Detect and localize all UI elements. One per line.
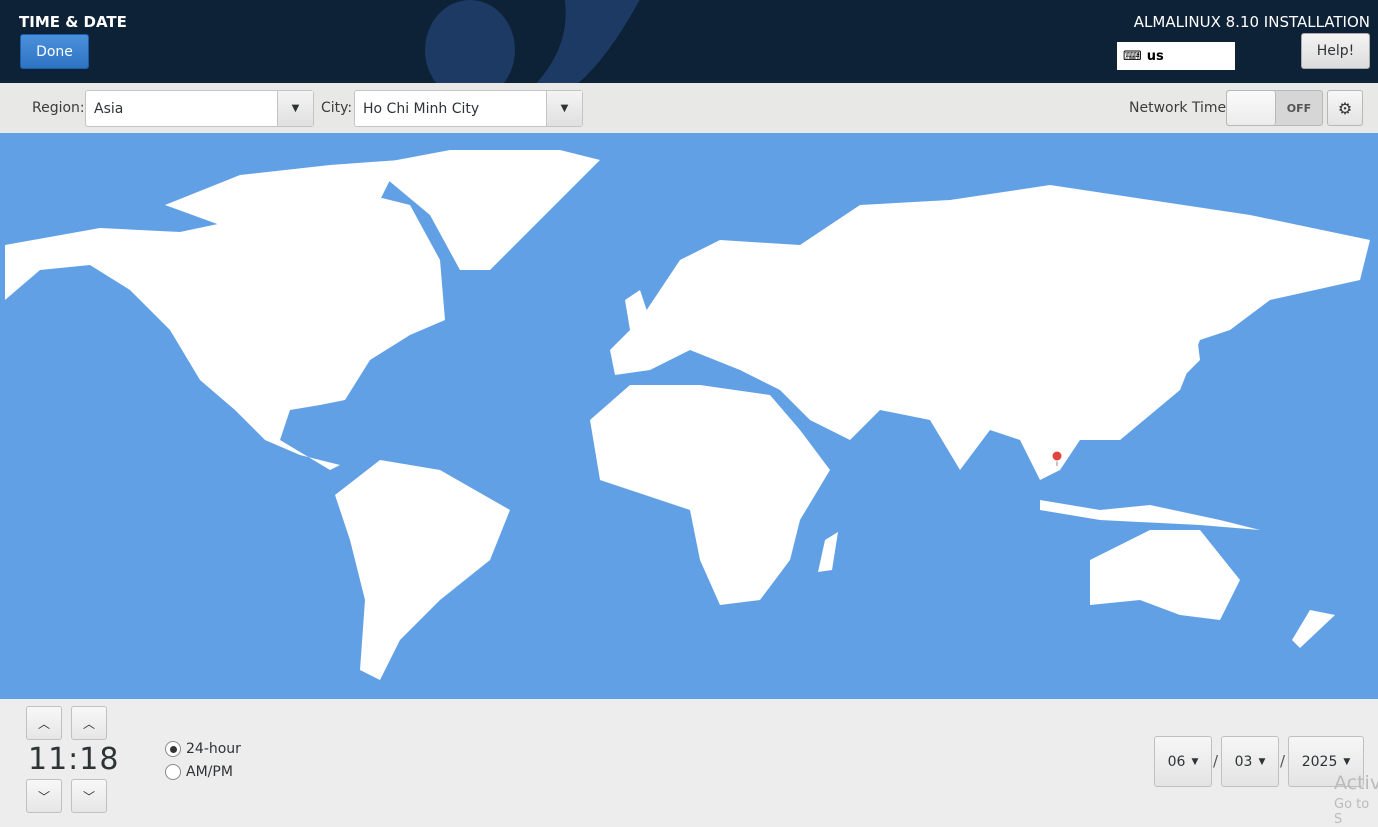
minutes-up-button[interactable]: ︿ [71, 706, 107, 740]
region-value: Asia [94, 101, 123, 117]
format-24-label: 24-hour [186, 741, 241, 757]
help-button[interactable]: Help! [1301, 33, 1370, 69]
madagascar [818, 532, 838, 572]
chevron-down-icon[interactable]: ▼ [546, 91, 582, 126]
radio-checked[interactable] [165, 741, 181, 757]
month-select[interactable]: 06 ▼ [1154, 736, 1212, 787]
time-display: 11:18 [28, 742, 119, 777]
city-label: City: [321, 100, 352, 116]
done-button[interactable]: Done [20, 34, 89, 69]
city-value: Ho Chi Minh City [363, 101, 479, 117]
south-america [335, 460, 510, 680]
day-value: 03 [1235, 754, 1253, 770]
day-select[interactable]: 03 ▼ [1221, 736, 1279, 787]
chevron-down-icon: ﹀ [38, 788, 50, 805]
format-24-hour-radio[interactable]: 24-hour [165, 741, 241, 757]
network-time-toggle[interactable]: OFF [1226, 90, 1323, 126]
gear-icon: ⚙ [1338, 99, 1352, 118]
region-label: Region: [32, 100, 85, 116]
hours-down-button[interactable]: ﹀ [26, 779, 62, 813]
chevron-down-icon: ﹀ [83, 788, 95, 805]
toggle-knob[interactable] [1227, 91, 1276, 125]
date-separator: / [1280, 752, 1285, 770]
format-ampm-label: AM/PM [186, 764, 233, 780]
keyboard-icon: ⌨ [1123, 49, 1142, 64]
minutes-down-button[interactable]: ﹀ [71, 779, 107, 813]
timezone-map[interactable] [0, 133, 1378, 699]
header: TIME & DATE Done ALMALINUX 8.10 INSTALLA… [0, 0, 1378, 83]
keyboard-layout-indicator[interactable]: ⌨ us [1117, 42, 1235, 70]
format-ampm-radio[interactable]: AM/PM [165, 764, 233, 780]
region-combo[interactable]: Asia ▼ [85, 90, 314, 127]
month-value: 06 [1168, 754, 1186, 770]
africa [590, 385, 830, 605]
caret-down-icon: ▼ [1343, 757, 1350, 767]
activation-watermark-sub: Go to S [1334, 797, 1378, 827]
caret-down-icon: ▼ [1258, 757, 1265, 767]
north-america [5, 185, 445, 470]
new-zealand [1292, 610, 1335, 648]
date-separator: / [1213, 752, 1218, 770]
hours-up-button[interactable]: ︿ [26, 706, 62, 740]
caret-down-icon: ▼ [1191, 757, 1198, 767]
chevron-up-icon: ︿ [83, 715, 95, 732]
activation-watermark: Activ [1334, 772, 1378, 794]
installation-title: ALMALINUX 8.10 INSTALLATION [1134, 13, 1370, 31]
city-combo[interactable]: Ho Chi Minh City ▼ [354, 90, 583, 127]
chevron-down-icon[interactable]: ▼ [277, 91, 313, 126]
ntp-settings-button[interactable]: ⚙ [1327, 90, 1363, 126]
chevron-up-icon: ︿ [38, 715, 50, 732]
page-title: TIME & DATE [19, 13, 127, 31]
world-map[interactable] [0, 133, 1378, 699]
year-value: 2025 [1302, 754, 1338, 770]
network-time-label: Network Time [1129, 100, 1226, 116]
toggle-state: OFF [1276, 91, 1322, 125]
almalinux-logo [420, 0, 680, 83]
australia [1090, 530, 1240, 620]
keyboard-layout-label: us [1147, 49, 1164, 64]
indonesia [1040, 500, 1260, 530]
radio-unchecked[interactable] [165, 764, 181, 780]
